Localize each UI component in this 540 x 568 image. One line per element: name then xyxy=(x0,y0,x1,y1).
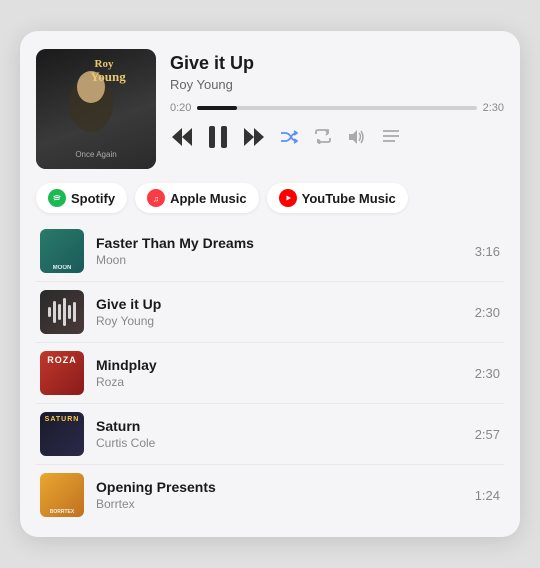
track-title: Saturn xyxy=(96,418,463,434)
queue-icon xyxy=(382,129,400,144)
track-title: Faster Than My Dreams xyxy=(96,235,463,251)
track-list: MOON Faster Than My Dreams Moon 3:16 xyxy=(36,221,504,525)
now-playing-title: Give it Up xyxy=(170,53,504,75)
track-duration: 2:30 xyxy=(475,305,500,320)
youtube-music-tab-label: YouTube Music xyxy=(302,191,396,206)
track-item[interactable]: Give it Up Roy Young 2:30 xyxy=(36,282,504,343)
track-details: Saturn Curtis Cole xyxy=(96,418,463,450)
total-time: 2:30 xyxy=(483,102,504,114)
svg-text:♫: ♫ xyxy=(153,195,159,204)
source-tabs: Spotify ♫ Apple Music YouTube Music xyxy=(36,183,504,213)
track-item[interactable]: SATURN Saturn Curtis Cole 2:57 xyxy=(36,404,504,465)
track-duration: 2:30 xyxy=(475,366,500,381)
progress-bar-section: 0:20 2:30 xyxy=(170,102,504,114)
track-title: Give it Up xyxy=(96,296,463,312)
now-playing-artist: Roy Young xyxy=(170,77,504,92)
tab-youtube-music[interactable]: YouTube Music xyxy=(267,183,408,213)
spotify-icon xyxy=(48,189,66,207)
rewind-icon xyxy=(172,128,192,146)
queue-button[interactable] xyxy=(380,127,402,146)
tab-spotify[interactable]: Spotify xyxy=(36,183,127,213)
track-thumbnail: ROZA xyxy=(40,351,84,395)
music-player-card: Roy Young Once Again Give it Up Roy Youn… xyxy=(20,31,520,537)
track-title: Mindplay xyxy=(96,357,463,373)
track-artist: Roy Young xyxy=(96,314,463,328)
progress-fill xyxy=(197,106,236,110)
now-playing-section: Roy Young Once Again Give it Up Roy Youn… xyxy=(36,49,504,169)
track-item[interactable]: ROZA Mindplay Roza 2:30 xyxy=(36,343,504,404)
pause-icon xyxy=(208,126,228,148)
track-title: Opening Presents xyxy=(96,479,463,495)
spotify-tab-label: Spotify xyxy=(71,191,115,206)
svg-text:Young: Young xyxy=(90,69,126,84)
volume-icon xyxy=(348,129,366,145)
track-item[interactable]: BORRTEX Opening Presents Borrtex 1:24 xyxy=(36,465,504,525)
track-artist: Curtis Cole xyxy=(96,436,463,450)
shuffle-icon xyxy=(280,130,298,144)
rewind-button[interactable] xyxy=(170,126,194,148)
track-duration: 2:57 xyxy=(475,427,500,442)
track-artist: Roza xyxy=(96,375,463,389)
album-art: Roy Young Once Again xyxy=(36,49,156,169)
shuffle-button[interactable] xyxy=(278,128,300,146)
apple-music-icon: ♫ xyxy=(147,189,165,207)
playback-controls xyxy=(170,124,504,150)
track-details: Mindplay Roza xyxy=(96,357,463,389)
track-thumbnail: BORRTEX xyxy=(40,473,84,517)
forward-button[interactable] xyxy=(242,126,266,148)
track-artist: Borrtex xyxy=(96,497,463,511)
track-thumbnail xyxy=(40,290,84,334)
current-time: 0:20 xyxy=(170,102,191,114)
progress-bar[interactable] xyxy=(197,106,476,110)
track-item[interactable]: MOON Faster Than My Dreams Moon 3:16 xyxy=(36,221,504,282)
waveform-icon xyxy=(40,290,84,334)
track-duration: 1:24 xyxy=(475,488,500,503)
track-details: Give it Up Roy Young xyxy=(96,296,463,328)
track-duration: 3:16 xyxy=(475,244,500,259)
svg-text:Once Again: Once Again xyxy=(75,150,116,159)
track-thumbnail: SATURN xyxy=(40,412,84,456)
track-thumbnail: MOON xyxy=(40,229,84,273)
youtube-music-icon xyxy=(279,189,297,207)
pause-button[interactable] xyxy=(206,124,230,150)
track-artist: Moon xyxy=(96,253,463,267)
apple-music-tab-label: Apple Music xyxy=(170,191,247,206)
volume-button[interactable] xyxy=(346,127,368,147)
track-details: Faster Than My Dreams Moon xyxy=(96,235,463,267)
tab-apple-music[interactable]: ♫ Apple Music xyxy=(135,183,259,213)
track-details: Opening Presents Borrtex xyxy=(96,479,463,511)
repeat-button[interactable] xyxy=(312,127,334,146)
forward-icon xyxy=(244,128,264,146)
repeat-icon xyxy=(314,129,332,144)
player-info: Give it Up Roy Young 0:20 2:30 xyxy=(170,49,504,150)
